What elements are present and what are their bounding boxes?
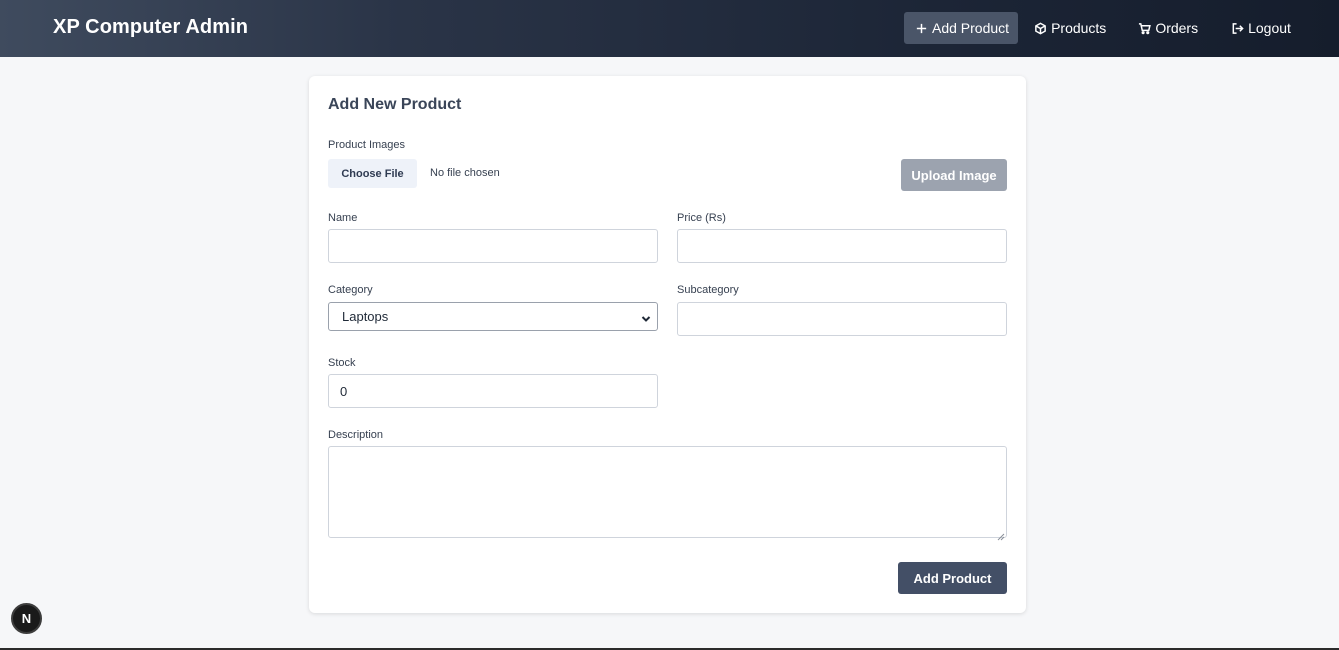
nav-label: Add Product [932,20,1010,36]
product-images-label: Product Images [328,139,406,151]
top-navbar: XP Computer Admin Add Product Products O… [0,0,1339,57]
add-product-submit-button[interactable]: Add Product [898,562,1007,594]
name-input[interactable] [328,229,658,263]
subcategory-label: Subcategory [677,284,739,296]
chevron-down-icon [641,312,651,322]
description-textarea[interactable] [328,446,1007,541]
form-title: Add New Product [328,96,462,113]
brand-title: XP Computer Admin [53,16,249,38]
nav-label: Logout [1248,20,1291,36]
category-selected-value: Laptops [342,309,389,324]
choose-file-button[interactable]: Choose File [328,159,417,188]
plus-icon [914,21,928,35]
category-label: Category [328,284,373,296]
nav-orders[interactable]: Orders [1137,12,1198,44]
nav-add-product[interactable]: Add Product [904,12,1019,44]
main-nav: Add Product Products Orders Logout [904,12,1291,44]
name-label: Name [328,212,358,224]
add-product-card: Add New Product Product Images Choose Fi… [309,76,1026,613]
category-select[interactable]: Laptops [328,302,658,331]
cart-icon [1137,21,1151,35]
description-label: Description [328,429,384,441]
file-status-text: No file chosen [430,167,500,179]
price-input[interactable] [677,229,1007,263]
nav-label: Products [1051,20,1107,36]
logout-icon [1230,21,1244,35]
stock-label: Stock [328,357,356,369]
badge-letter: N [21,611,32,626]
nav-logout[interactable]: Logout [1230,12,1291,44]
nextjs-dev-badge[interactable]: N [11,603,42,634]
stock-input[interactable] [328,374,658,408]
resize-handle-icon[interactable] [997,528,1005,541]
box-icon [1033,21,1047,35]
price-label: Price (Rs) [677,212,726,224]
subcategory-input[interactable] [677,302,1007,336]
upload-image-button[interactable]: Upload Image [901,159,1007,191]
nav-label: Orders [1155,20,1199,36]
nav-products[interactable]: Products [1033,12,1106,44]
